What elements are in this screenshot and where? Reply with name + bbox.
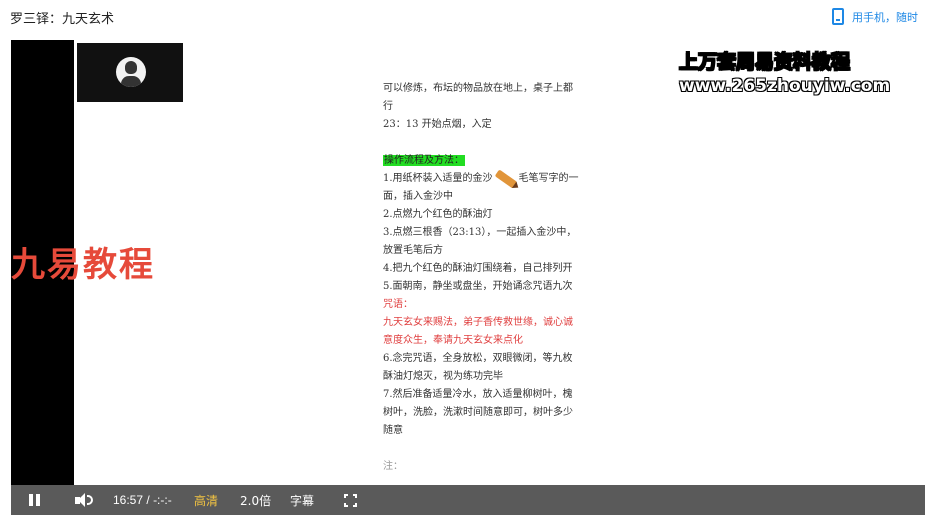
total-time: -:-:- [153,493,172,507]
phone-icon [832,8,844,25]
speed-button[interactable]: 2.0倍 [240,485,271,515]
top-bar: 罗三铎：九天玄术 用手机，随时 [0,0,925,36]
doc-line: 随意 [383,425,403,436]
doc-line: 可以修炼，布坛的物品放在地上，桌子上都 [383,83,573,94]
mobile-link-label: 用手机，随时 [852,10,918,24]
step-text: 毛笔写字的一 [518,173,579,184]
mantra-label: 咒语： [383,299,413,310]
pause-button[interactable] [29,485,43,515]
mobile-view-link[interactable]: 用手机，随时 [832,8,918,25]
doc-line: 面，插入金沙中 [383,191,453,202]
presenter-avatar [116,57,146,87]
pause-icon [29,494,33,506]
doc-line: 2.点燃九个红色的酥油灯 [383,209,493,220]
doc-line: 7.然后准备适量冷水，放入适量柳树叶，槐 [383,389,573,400]
doc-line: 23：13 开始点烟，入定 [383,119,492,130]
doc-line: 酥油灯熄灭，视为练功完毕 [383,371,503,382]
doc-line: 6.念完咒语，全身放松，双眼微闭，等九枚 [383,353,573,364]
webcam-overlay [77,43,183,102]
quality-button[interactable]: 高清 [194,485,218,515]
time-separator: / [146,493,150,507]
document-content: 可以修炼，布坛的物品放在地上，桌子上都 行 23：13 开始点烟，入定 操作流程… [383,80,631,476]
watermark-logo-text: 九易教程 [11,245,155,285]
doc-line: 3.点燃三根香（23:13），一起插入金沙中， [383,227,577,238]
mantra-line: 九天玄女来赐法，弟子香传救世缘，诚心诚 [383,317,573,328]
time-display: 16:57 / -:-:- [113,485,172,515]
subtitle-button[interactable]: 字幕 [290,485,314,515]
watermark-url: www.265zhouyiw.com [679,76,891,96]
player-controls: 16:57 / -:-:- 高清 2.0倍 字幕 [11,485,925,515]
doc-line: 放置毛笔后方 [383,245,443,256]
doc-line: 行 [383,101,393,112]
step-text: 1.用纸杯装入适量的金沙 [383,173,493,184]
fullscreen-icon [344,493,357,507]
current-time: 16:57 [113,493,144,507]
pencil-icon [494,168,517,189]
doc-line: 4.把九个红色的酥油灯围绕着，自己排列开 [383,263,573,274]
section-heading: 操作流程及方法： [383,155,465,166]
volume-button[interactable] [75,485,93,515]
video-player[interactable]: 九易教程 上万套周易资料教程 www.265zhouyiw.com 可以修炼，布… [11,40,925,515]
doc-line: 树叶，洗脸，洗漱时间随意即可，树叶多少 [383,407,573,418]
fullscreen-button[interactable] [344,485,357,515]
watermark-title: 上万套周易资料教程 [678,51,851,74]
page-title: 罗三铎：九天玄术 [10,12,115,27]
mantra-line: 意度众生，奉请九天玄女来点化 [383,335,523,346]
doc-line: 5.面朝南，静坐或盘坐，开始诵念咒语九次 [383,281,573,292]
doc-note: 注： [383,461,403,472]
doc-step-1: 1.用纸杯装入适量的金沙 毛笔写字的一 [383,168,631,189]
